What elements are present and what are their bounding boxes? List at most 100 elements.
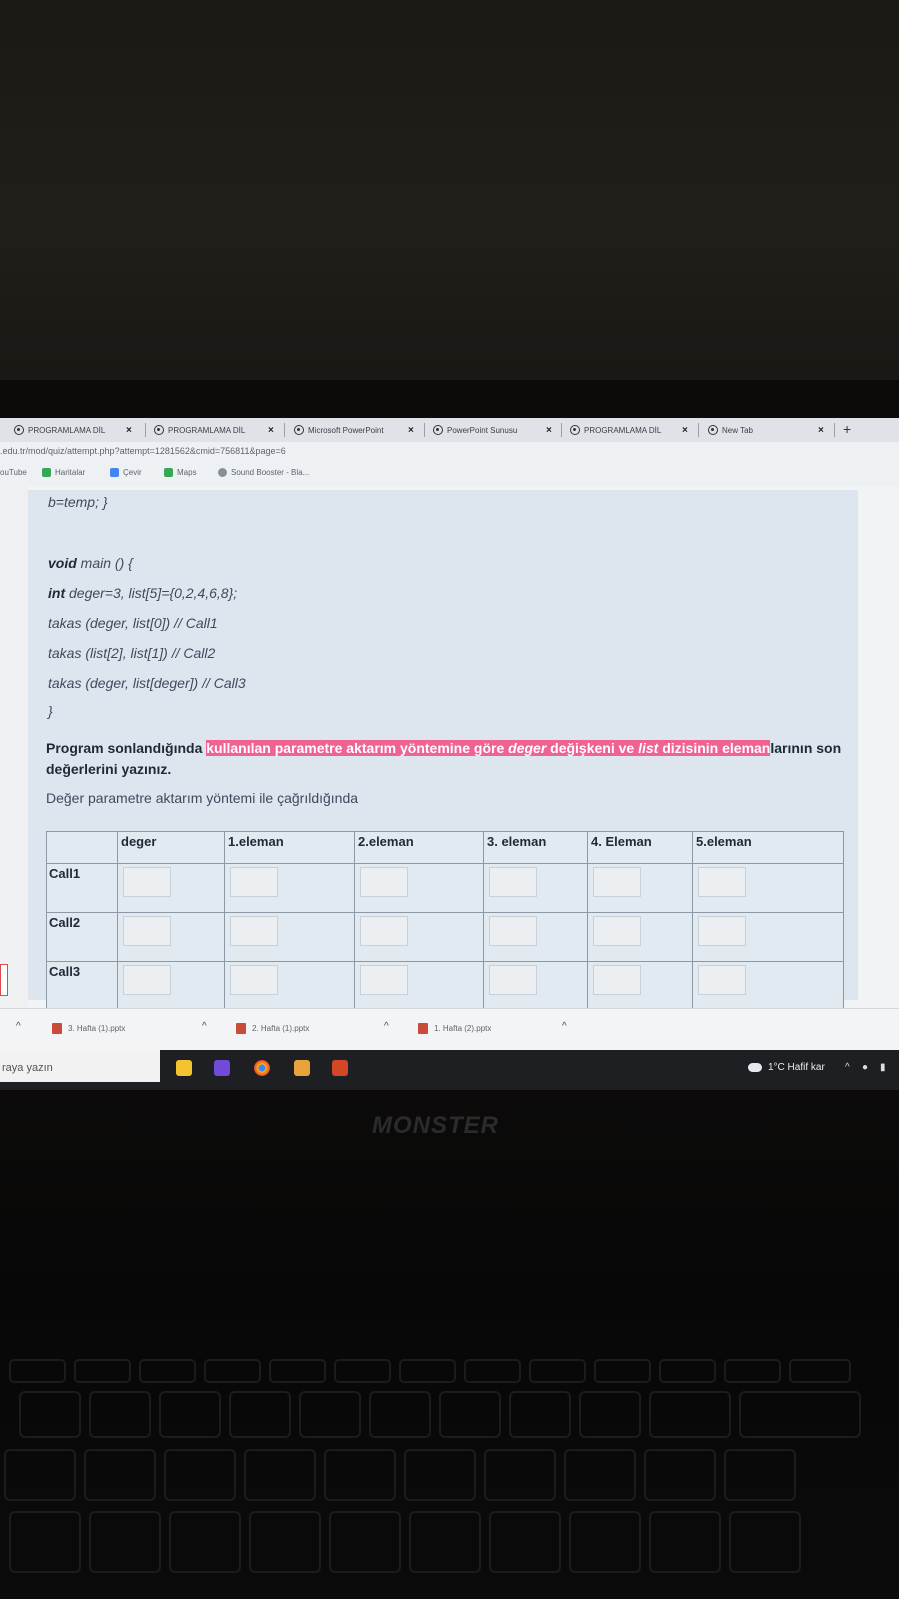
bookmark-sound-booster[interactable]: Sound Booster - Bla... [218,468,309,477]
tab-strip: PROGRAMLAMA DİL × PROGRAMLAMA DİL × Micr… [0,418,899,442]
answer-input[interactable] [698,965,746,995]
bookmark-haritalar[interactable]: Haritalar [42,468,85,477]
answer-input[interactable] [698,867,746,897]
close-tab-icon[interactable]: × [126,425,132,436]
laptop-screen: PROGRAMLAMA DİL × PROGRAMLAMA DİL × Micr… [0,418,899,1090]
bookmark-youtube[interactable]: ouTube [0,468,27,477]
table-header: 2.eleman [354,831,484,864]
laptop-brand-logo: MONSTER [372,1112,499,1139]
globe-icon [433,425,443,435]
left-margin [0,486,28,1008]
code-line-4: takas (deger, list[0]) // Call1 [48,615,218,631]
download-item[interactable]: 3. Hafta (1).pptx [52,1023,125,1034]
globe-icon [154,425,164,435]
question-prompt: Program sonlandığında kullanılan paramet… [46,740,842,777]
tab-separator [145,423,146,437]
laptop-bezel [0,380,899,418]
bookmarks-bar: ouTube Haritalar Çevir Maps Sound Booste… [0,462,899,487]
pptx-file-icon [236,1023,246,1034]
tab-microsoft-powerpoint[interactable]: Microsoft PowerPoint [294,421,384,439]
battery-icon[interactable]: ▮ [880,1062,886,1073]
tab-new-tab[interactable]: New Tab [708,421,753,439]
table-header [46,831,118,864]
visual-studio-icon[interactable] [214,1060,230,1076]
translate-icon [110,468,119,477]
network-icon[interactable]: ● [862,1062,868,1073]
tab-separator [424,423,425,437]
download-label: 1. Hafta (2).pptx [434,1024,492,1033]
answer-input[interactable] [123,965,171,995]
camera-ambient-top [0,0,899,380]
close-tab-icon[interactable]: × [818,425,824,436]
chrome-icon [708,425,718,435]
row-label: Call1 [46,863,118,913]
code-line-5: takas (list[2], list[1]) // Call2 [48,645,216,661]
answer-input[interactable] [360,965,408,995]
bookmark-label: Haritalar [55,468,86,477]
tab-separator [561,423,562,437]
code-line-6: takas (deger, list[deger]) // Call3 [48,675,246,691]
tab-programlama-2[interactable]: PROGRAMLAMA DİL [154,421,245,439]
answer-input[interactable] [123,867,171,897]
answer-input[interactable] [489,867,537,897]
chevron-up-icon[interactable]: ^ [202,1021,207,1032]
answer-input[interactable] [230,965,278,995]
answer-input[interactable] [593,867,641,897]
bookmark-cevir[interactable]: Çevir [110,468,142,477]
new-tab-button[interactable]: + [843,421,851,437]
answer-input[interactable] [593,916,641,946]
tab-separator [834,423,835,437]
pptx-file-icon [418,1023,428,1034]
bookmark-maps[interactable]: Maps [164,468,197,477]
maps-icon [164,468,173,477]
url-text[interactable]: .edu.tr/mod/quiz/attempt.php?attempt=128… [0,446,286,456]
code-line-7: } [48,703,53,719]
chevron-up-icon[interactable]: ^ [384,1021,389,1032]
address-bar[interactable]: .edu.tr/mod/quiz/attempt.php?attempt=128… [0,442,899,462]
keyboard-keys [4,1359,861,1573]
side-panel-edge[interactable] [0,964,8,996]
code-line-1: b=temp; } [48,494,108,510]
chevron-up-icon[interactable]: ^ [16,1021,21,1032]
answer-table: deger 1.eleman 2.eleman 3. eleman 4. Ele… [46,831,844,1011]
answer-input[interactable] [123,916,171,946]
tab-label: PowerPoint Sunusu [447,425,518,435]
download-label: 2. Hafta (1).pptx [252,1024,310,1033]
taskbar-search-input[interactable]: raya yazın [0,1050,160,1082]
answer-input[interactable] [360,867,408,897]
answer-input[interactable] [698,916,746,946]
globe-icon [14,425,24,435]
weather-widget[interactable]: 1°C Hafif kar [748,1062,825,1073]
cloud-snow-icon [748,1063,762,1072]
taskbar: raya yazın 1°C Hafif kar ^ ● ▮ [0,1050,899,1090]
speaker-icon [218,468,227,477]
close-tab-icon[interactable]: × [408,425,414,436]
answer-input[interactable] [489,965,537,995]
answer-input[interactable] [593,965,641,995]
table-header: 1.eleman [224,831,355,864]
table-row: Call2 [46,912,844,962]
answer-input[interactable] [230,916,278,946]
close-tab-icon[interactable]: × [682,425,688,436]
chrome-icon[interactable] [254,1060,270,1076]
close-tab-icon[interactable]: × [546,425,552,436]
answer-input[interactable] [489,916,537,946]
globe-icon [294,425,304,435]
tab-label: PROGRAMLAMA DİL [28,425,106,435]
answer-input[interactable] [230,867,278,897]
powerpoint-icon[interactable] [332,1060,348,1076]
tab-label: PROGRAMLAMA DİL [584,425,662,435]
download-item[interactable]: 1. Hafta (2).pptx [418,1023,491,1034]
pptx-file-icon [52,1023,62,1034]
close-tab-icon[interactable]: × [268,425,274,436]
table-header-row: deger 1.eleman 2.eleman 3. eleman 4. Ele… [46,831,844,864]
answer-input[interactable] [360,916,408,946]
download-item[interactable]: 2. Hafta (1).pptx [236,1023,309,1034]
tab-programlama-3[interactable]: PROGRAMLAMA DİL [570,421,661,439]
chevron-up-icon[interactable]: ^ [562,1021,567,1032]
chevron-up-icon[interactable]: ^ [845,1062,850,1073]
file-explorer-icon[interactable] [176,1060,192,1076]
tab-powerpoint-sunusu[interactable]: PowerPoint Sunusu [433,421,517,439]
paint-icon[interactable] [294,1060,310,1076]
tab-programlama-1[interactable]: PROGRAMLAMA DİL [14,421,105,439]
